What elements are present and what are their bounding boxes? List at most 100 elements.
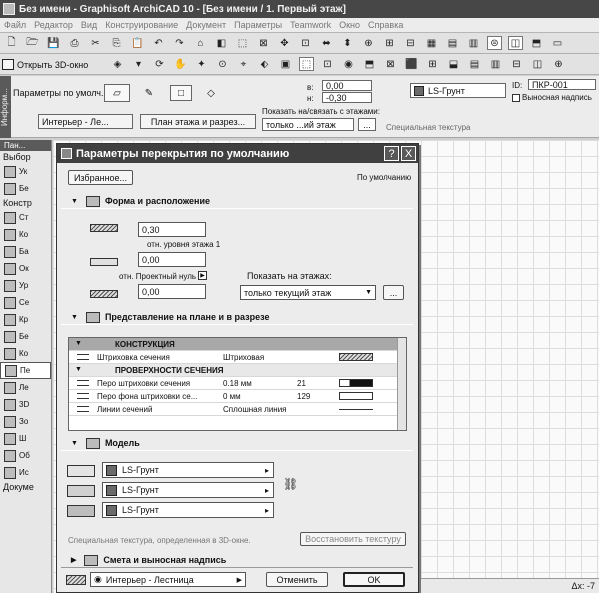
slab-settings-button[interactable]: ▱ xyxy=(104,84,130,102)
bottom-elevation-field[interactable]: -0,30 xyxy=(322,92,372,103)
table-row[interactable]: ▼ КОНСТРУКЦИЯ xyxy=(69,338,406,351)
cols-icon[interactable]: ▥ xyxy=(488,57,503,71)
toolbox-item[interactable]: Ба xyxy=(0,243,51,260)
navigator-icon[interactable]: ◈ xyxy=(110,57,125,71)
geometry-method-rect[interactable]: □ xyxy=(170,85,192,101)
toolbox-item[interactable]: Об xyxy=(0,447,51,464)
redo-icon[interactable]: ↷ xyxy=(172,36,187,50)
table-row[interactable]: Перо штриховки сечения 0.18 мм 21 xyxy=(69,377,406,390)
toolbox-item[interactable]: Се xyxy=(0,294,51,311)
shade-icon[interactable]: ⬖ xyxy=(257,57,272,71)
pattern-icon[interactable]: ▦ xyxy=(424,36,439,50)
menu-item[interactable]: Конструирование xyxy=(101,20,182,30)
menu-item[interactable]: Окно xyxy=(335,20,364,30)
row-preview-swatch[interactable] xyxy=(339,379,373,387)
table-row[interactable]: Перо фона штриховки се... 0 мм 129 xyxy=(69,390,406,403)
columns-icon[interactable]: ▥ xyxy=(466,36,481,50)
thickness-field[interactable]: 0,30 xyxy=(138,222,206,237)
plan-section-button[interactable]: План этажа и разрез... xyxy=(140,114,256,129)
render-icon[interactable]: ◉ xyxy=(341,57,356,71)
dropdown-icon[interactable]: ▾ xyxy=(131,57,146,71)
half-b-icon[interactable]: ⬓ xyxy=(446,57,461,71)
cancel-button[interactable]: Отменить xyxy=(266,572,328,587)
minus-3d-icon[interactable]: ⊟ xyxy=(509,57,524,71)
toolbox-item[interactable]: Ук xyxy=(0,163,51,180)
toolbox-item[interactable]: Ко xyxy=(0,345,51,362)
row-preview-swatch[interactable] xyxy=(339,353,373,361)
frame-icon[interactable]: ⬚ xyxy=(235,36,250,50)
collapse-triangle-icon[interactable]: ▼ xyxy=(75,340,82,347)
paste-icon[interactable]: 📋 xyxy=(130,36,145,50)
restore-texture-button[interactable]: Восстановить текстуру xyxy=(300,532,406,546)
top-elevation-field[interactable]: 0,00 xyxy=(322,80,372,91)
geometry-method-1[interactable]: ✎ xyxy=(140,86,158,101)
undo-icon[interactable]: ↶ xyxy=(151,36,166,50)
menu-item[interactable]: Документ xyxy=(182,20,230,30)
material-select[interactable]: LS-Грунт xyxy=(410,83,506,98)
h-stretch-icon[interactable]: ⬌ xyxy=(319,36,334,50)
add-3d-icon[interactable]: ⊕ xyxy=(551,57,566,71)
pan-icon[interactable]: ✋ xyxy=(173,57,188,71)
material-select-edge[interactable]: LS-Грунт ▸ xyxy=(102,482,274,498)
material-select-top[interactable]: LS-Грунт ▸ xyxy=(102,462,274,478)
offset-field[interactable]: 0,00 xyxy=(138,252,206,267)
fill-3d-icon[interactable]: ⊡ xyxy=(320,57,335,71)
leader-checkbox[interactable] xyxy=(512,93,520,102)
close-button[interactable]: X xyxy=(401,146,416,161)
toolbox-item[interactable]: Ш xyxy=(0,430,51,447)
table-scrollbar[interactable] xyxy=(397,338,406,430)
new-icon[interactable]: 🗋 xyxy=(4,36,19,50)
toolbox-item[interactable]: Кр xyxy=(0,311,51,328)
frame-3d-icon[interactable]: ⬚ xyxy=(299,57,314,71)
rows-icon[interactable]: ▤ xyxy=(467,57,482,71)
material-select-bottom[interactable]: LS-Грунт ▸ xyxy=(102,502,274,518)
solid-icon[interactable]: ⬛ xyxy=(404,57,419,71)
open-3d-window-button[interactable]: Открыть 3D-окно xyxy=(2,57,88,72)
pointer-icon[interactable]: ⌖ xyxy=(236,57,251,71)
box-icon[interactable]: ⊠ xyxy=(256,36,271,50)
circle-icon[interactable]: ⊜ xyxy=(487,36,502,50)
print-icon[interactable]: ⎙ xyxy=(67,36,82,50)
floors-dots-button[interactable]: ... xyxy=(358,118,376,131)
move-icon[interactable]: ✥ xyxy=(277,36,292,50)
rect-icon[interactable]: ▭ xyxy=(550,36,565,50)
v-stretch-icon[interactable]: ⬍ xyxy=(340,36,355,50)
favorites-button[interactable]: Избранное... xyxy=(68,170,133,185)
chain-link-icon[interactable]: ⛓ xyxy=(283,477,298,491)
target-icon[interactable]: ⊙ xyxy=(215,57,230,71)
menu-item[interactable]: Параметры xyxy=(230,20,286,30)
split-3d-icon[interactable]: ◫ xyxy=(530,57,545,71)
layer-select[interactable]: ◉ Интерьер - Лестница ▶ xyxy=(90,572,246,587)
toolbox-item[interactable]: 3D xyxy=(0,396,51,413)
section-listing[interactable]: ▶ Смета и выносная надпись xyxy=(61,553,413,568)
table-row[interactable]: ▼ ПРОВЕРХНОСТИ СЕЧЕНИЯ xyxy=(69,364,406,377)
toolbox-item[interactable]: Ок xyxy=(0,260,51,277)
toolbox-item[interactable]: Зо xyxy=(0,413,51,430)
menu-item[interactable]: Файл xyxy=(0,20,30,30)
grid-3d-icon[interactable]: ⊞ xyxy=(425,57,440,71)
table-row[interactable]: Штриховка сечения Штриховая xyxy=(69,351,406,364)
collapse-triangle-icon[interactable]: ▼ xyxy=(75,366,82,373)
orbit-icon[interactable]: ⟳ xyxy=(152,57,167,71)
box-3d-icon[interactable]: ▣ xyxy=(278,57,293,71)
section-icon[interactable]: ◧ xyxy=(214,36,229,50)
info-box-tab[interactable]: Информ... xyxy=(0,76,11,138)
menu-item[interactable]: Редактор xyxy=(30,20,77,30)
toolbox-item[interactable]: Ст xyxy=(0,209,51,226)
toolbox-item[interactable]: Пе xyxy=(0,362,51,379)
toolbox-item[interactable]: Бе xyxy=(0,328,51,345)
cut-icon[interactable]: ✂ xyxy=(88,36,103,50)
row-preview-swatch[interactable] xyxy=(339,392,373,400)
menu-item[interactable]: Teamwork xyxy=(286,20,335,30)
copy-icon[interactable]: ⎘ xyxy=(109,36,124,50)
open-icon[interactable]: 🗁 xyxy=(25,36,40,50)
elevation-field[interactable]: 0,00 xyxy=(138,284,206,299)
half-icon[interactable]: ⬒ xyxy=(529,36,544,50)
half-3d-icon[interactable]: ⬒ xyxy=(362,57,377,71)
leader-checkbox-row[interactable]: Выносная надпись xyxy=(512,93,592,102)
section-shape[interactable]: ▼ Форма и расположение xyxy=(61,194,413,209)
grid-icon[interactable]: ⊞ xyxy=(382,36,397,50)
cross-3d-icon[interactable]: ⊠ xyxy=(383,57,398,71)
arrow-right-icon[interactable]: ▶ xyxy=(198,271,207,280)
section-plan[interactable]: ▼ Представление на плане и в разрезе xyxy=(61,310,413,325)
